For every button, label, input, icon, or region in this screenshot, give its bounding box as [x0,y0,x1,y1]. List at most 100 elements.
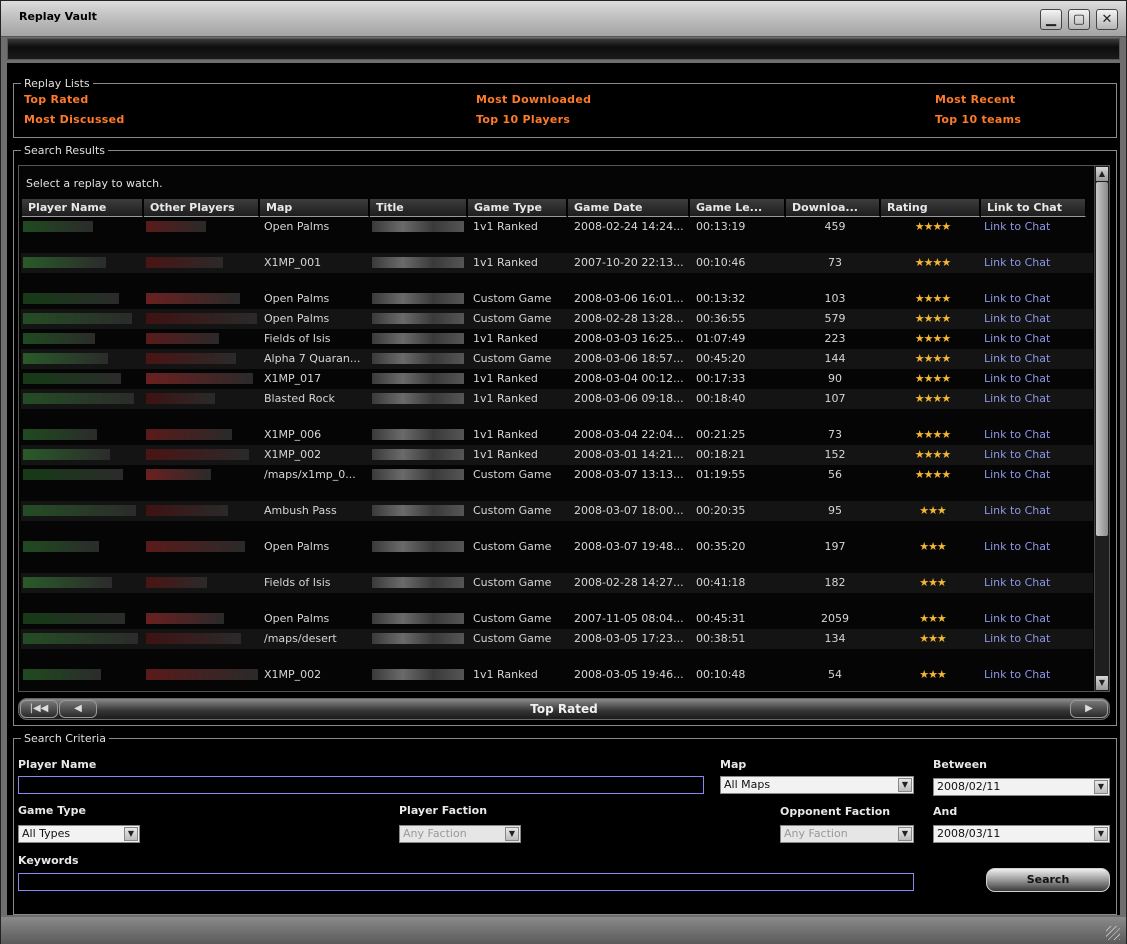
column-header-downloads[interactable]: Downloa... [786,199,880,217]
map-select[interactable]: All Maps ▼ [720,776,914,794]
table-row[interactable]: Alpha 7 Quaran... Custom Game 2008-03-06 1… [21,349,1093,369]
other-players-obscured [146,373,253,384]
column-header-game-date[interactable]: Game Date [568,199,689,217]
link-to-chat[interactable]: Link to Chat [984,468,1050,481]
column-header-other-players[interactable]: Other Players [144,199,259,217]
link-to-chat[interactable]: Link to Chat [984,292,1050,305]
game-date-cell: 2008-03-05 17:23... [574,632,684,645]
link-to-chat[interactable]: Link to Chat [984,428,1050,441]
link-to-chat[interactable]: Link to Chat [984,504,1050,517]
game-date-cell: 2008-03-06 16:01... [574,292,684,305]
link-to-chat[interactable]: Link to Chat [984,632,1050,645]
link-to-chat[interactable]: Link to Chat [984,332,1050,345]
player-name-input[interactable] [18,776,704,794]
game-type-cell: Custom Game [473,312,552,325]
game-length-cell: 00:18:40 [696,392,746,405]
link-most-recent[interactable]: Most Recent [935,93,1015,106]
and-date-select[interactable]: 2008/03/11 ▼ [933,825,1110,843]
game-type-select[interactable]: All Types ▼ [18,825,140,843]
next-page-icon: ▶ [1085,703,1093,714]
table-row[interactable]: X1MP_006 1v1 Ranked 2008-03-04 22:04... 00:… [21,425,1093,445]
chevron-down-icon[interactable]: ▼ [124,827,138,841]
rating-stars-icon: ★★★ [919,504,947,517]
map-cell: /maps/desert [264,632,337,645]
player-name-obscured [23,633,138,644]
link-to-chat[interactable]: Link to Chat [984,392,1050,405]
title-obscured [372,333,464,344]
link-to-chat[interactable]: Link to Chat [984,312,1050,325]
other-players-obscured [146,633,241,644]
link-to-chat[interactable]: Link to Chat [984,668,1050,681]
link-to-chat[interactable]: Link to Chat [984,220,1050,233]
title-obscured [372,429,464,440]
link-to-chat[interactable]: Link to Chat [984,612,1050,625]
chevron-down-icon[interactable]: ▼ [898,778,912,792]
between-date-select[interactable]: 2008/02/11 ▼ [933,778,1110,796]
scroll-down-arrow[interactable]: ▼ [1096,676,1108,690]
scroll-thumb[interactable] [1096,182,1108,536]
keywords-label: Keywords [18,854,79,867]
table-row[interactable]: Ambush Pass Custom Game 2008-03-07 18:00..… [21,501,1093,521]
link-most-downloaded[interactable]: Most Downloaded [476,93,591,106]
player-faction-label: Player Faction [399,804,488,817]
next-page-button[interactable]: ▶ [1070,700,1108,718]
search-button[interactable]: Search [986,868,1110,892]
downloads-cell: 56 [828,468,842,481]
map-cell: Open Palms [264,292,330,305]
chevron-down-icon: ▼ [505,827,519,841]
chevron-down-icon[interactable]: ▼ [1094,780,1108,794]
table-row[interactable]: Open Palms 1v1 Ranked 2008-02-24 14:24... 0… [21,217,1093,237]
table-row[interactable]: X1MP_002 1v1 Ranked 2008-03-01 14:21... 00:… [21,445,1093,465]
column-header-title[interactable]: Title [370,199,467,217]
chevron-down-icon: ▼ [898,827,912,841]
column-header-map[interactable]: Map [260,199,369,217]
column-header-link-to-chat[interactable]: Link to Chat [981,199,1086,217]
rating-stars-icon: ★★★ [919,632,947,645]
chevron-down-icon[interactable]: ▼ [1094,827,1108,841]
title-obscured [372,221,464,232]
scroll-up-arrow[interactable]: ▲ [1096,167,1108,181]
vertical-scrollbar[interactable]: ▲ ▼ [1094,166,1109,691]
link-to-chat[interactable]: Link to Chat [984,352,1050,365]
map-cell: Open Palms [264,540,330,553]
table-row[interactable]: Blasted Rock 1v1 Ranked 2008-03-06 09:18..… [21,389,1093,409]
table-row[interactable]: X1MP_001 1v1 Ranked 2007-10-20 22:13... 00:… [21,253,1093,273]
title-bar[interactable]: Replay Vault ▁ ▢ ✕ [1,1,1126,37]
link-top-10-players[interactable]: Top 10 Players [476,113,570,126]
resize-grip-icon[interactable] [1106,926,1120,940]
game-length-cell: 01:19:55 [696,468,746,481]
other-players-obscured [146,313,257,324]
column-header-player-name[interactable]: Player Name [22,199,143,217]
link-most-discussed[interactable]: Most Discussed [24,113,125,126]
table-row[interactable]: Open Palms Custom Game 2008-02-28 13:28...… [21,309,1093,329]
column-header-rating[interactable]: Rating [881,199,980,217]
column-header-game-length[interactable]: Game Le... [690,199,785,217]
table-row[interactable]: X1MP_017 1v1 Ranked 2008-03-04 00:12... 00:… [21,369,1093,389]
link-to-chat[interactable]: Link to Chat [984,372,1050,385]
column-header-game-type[interactable]: Game Type [468,199,567,217]
link-top-rated[interactable]: Top Rated [24,93,89,106]
window-title: Replay Vault [19,10,97,23]
table-row[interactable]: Fields of Isis Custom Game 2008-02-28 14:2… [21,573,1093,593]
table-row[interactable]: Open Palms Custom Game 2007-11-05 08:04...… [21,609,1093,629]
other-players-obscured [146,429,232,440]
link-to-chat[interactable]: Link to Chat [984,256,1050,269]
table-row[interactable]: Open Palms Custom Game 2008-03-06 16:01...… [21,289,1093,309]
link-top-10-teams[interactable]: Top 10 teams [935,113,1021,126]
link-to-chat[interactable]: Link to Chat [984,448,1050,461]
table-row[interactable]: Open Palms Custom Game 2008-03-07 19:48...… [21,537,1093,557]
pager-bar: |◀◀ ◀ Top Rated ▶ [18,698,1110,720]
link-to-chat[interactable]: Link to Chat [984,540,1050,553]
maximize-button[interactable]: ▢ [1068,9,1090,30]
downloads-cell: 134 [824,632,846,645]
other-players-obscured [146,577,207,588]
table-row[interactable]: X1MP_002 1v1 Ranked 2008-03-05 19:46... 00:… [21,665,1093,685]
map-cell: Blasted Rock [264,392,335,405]
link-to-chat[interactable]: Link to Chat [984,576,1050,589]
table-row[interactable]: /maps/desert Custom Game 2008-03-05 17:23.… [21,629,1093,649]
minimize-button[interactable]: ▁ [1040,9,1062,30]
keywords-input[interactable] [18,873,914,891]
table-row[interactable]: Fields of Isis 1v1 Ranked 2008-03-03 16:25… [21,329,1093,349]
close-button[interactable]: ✕ [1096,9,1118,30]
table-row[interactable]: /maps/x1mp_0... Custom Game 2008-03-07 13:… [21,465,1093,485]
